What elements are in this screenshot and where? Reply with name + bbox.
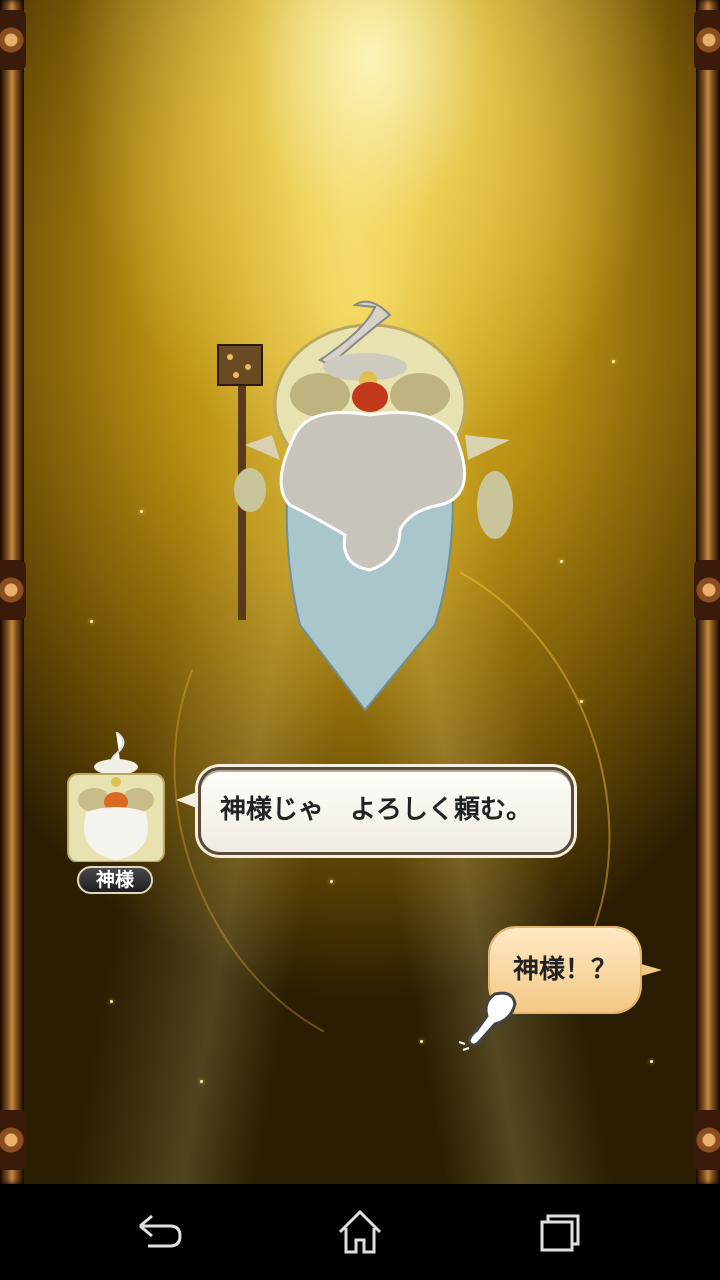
sparkle: [580, 700, 583, 703]
sparkle: [200, 1080, 203, 1083]
sparkle: [110, 1000, 113, 1003]
dialogue-text: 神様じゃ よろしく頼む。: [220, 795, 533, 825]
sparkle: [560, 560, 563, 563]
frame-ornament: [694, 1110, 720, 1170]
frame-right: [694, 0, 720, 1184]
staff-head: [217, 344, 263, 386]
sparkle: [420, 1040, 423, 1043]
frame-ornament: [0, 1110, 26, 1170]
frame-ornament: [0, 560, 26, 620]
speaker-portrait: [67, 732, 165, 862]
recents-icon[interactable]: [530, 1204, 590, 1260]
frame-left: [0, 0, 26, 1184]
god-character: [217, 300, 513, 712]
sparkle: [140, 510, 143, 513]
sparkle: [612, 360, 615, 363]
reply-text: 神様！？: [512, 955, 617, 985]
frame-ornament: [694, 10, 720, 70]
back-icon[interactable]: [130, 1204, 190, 1260]
sparkle: [650, 1060, 653, 1063]
sparkle: [330, 880, 333, 883]
pointing-hand-icon[interactable]: [455, 990, 525, 1054]
frame-ornament: [0, 10, 26, 70]
sparkle: [90, 620, 93, 623]
home-icon[interactable]: [330, 1204, 390, 1260]
speaker-name-tag: 神様: [77, 866, 153, 894]
frame-ornament: [694, 560, 720, 620]
